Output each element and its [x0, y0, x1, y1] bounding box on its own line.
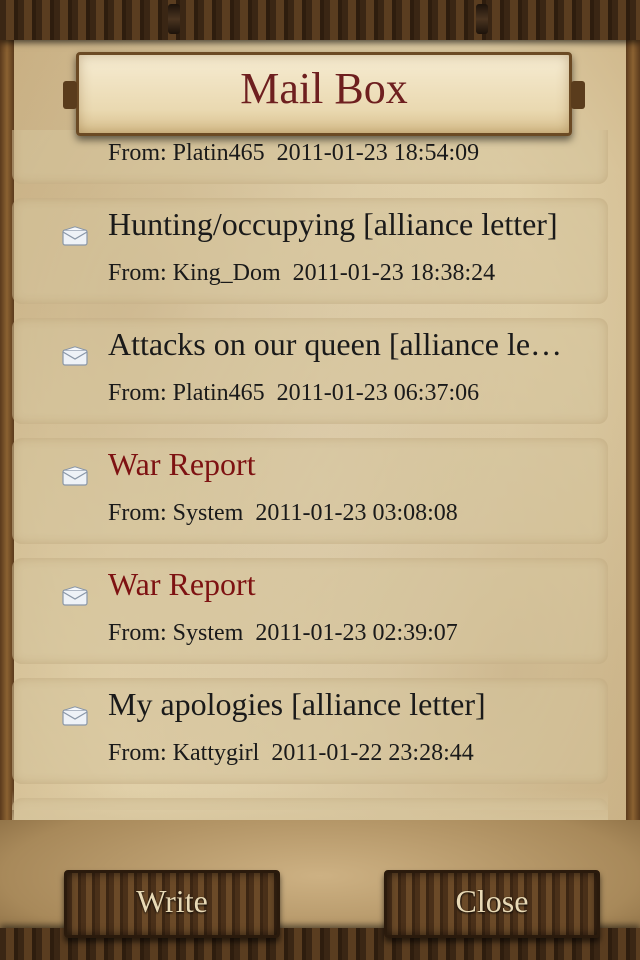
banner-bracket — [571, 81, 585, 109]
mail-item[interactable]: My apologies [alliance letter] From: Kat… — [12, 678, 608, 784]
top-wood-beam — [0, 0, 640, 40]
mail-item[interactable]: From: Platin465 2011-01-23 18:54:09 — [12, 130, 608, 184]
mail-item[interactable]: Hunting/occupying [alliance letter] From… — [12, 198, 608, 304]
beam-bracket — [168, 4, 180, 34]
mail-subject: Attacks on our queen [alliance le… — [108, 326, 563, 362]
mail-sender-line: From: Platin465 2011-01-23 06:37:06 — [108, 380, 480, 406]
envelope-icon — [62, 346, 88, 366]
mail-list[interactable]: From: Platin465 2011-01-23 18:54:09 Hunt… — [12, 130, 608, 810]
title-banner: Mail Box — [63, 52, 585, 136]
beam-bracket — [476, 4, 488, 34]
mail-sender-line: From: Kattygirl 2011-01-22 23:28:44 — [108, 740, 474, 766]
mail-item[interactable]: War Report From: System 2011-01-23 03:08… — [12, 438, 608, 544]
mail-sender-line: From: King_Dom 2011-01-23 18:38:24 — [108, 260, 496, 286]
mail-subject: My apologies [alliance letter] — [108, 686, 486, 722]
write-button[interactable]: Write — [64, 870, 280, 938]
envelope-icon — [62, 586, 88, 606]
page-title: Mail Box — [240, 64, 408, 113]
mail-subject: War Report — [108, 566, 256, 602]
banner-bracket — [63, 81, 77, 109]
envelope-icon — [62, 466, 88, 486]
mail-item[interactable]: War Report From: System 2011-01-23 02:39… — [12, 558, 608, 664]
mail-sender-line: From: Platin465 2011-01-23 18:54:09 — [108, 140, 480, 166]
mail-subject: War Report — [108, 446, 256, 482]
envelope-icon — [62, 226, 88, 246]
close-button-label: Close — [455, 883, 529, 919]
mail-subject: Hunting/occupying [alliance letter] — [108, 206, 558, 242]
frame-right — [626, 30, 640, 860]
mail-item[interactable]: Attacks on our queen [alliance le… From:… — [12, 318, 608, 424]
close-button[interactable]: Close — [384, 870, 600, 938]
envelope-icon — [62, 706, 88, 726]
mail-sender-line: From: System 2011-01-23 03:08:08 — [108, 500, 458, 526]
write-button-label: Write — [136, 883, 208, 919]
mail-sender-line: From: System 2011-01-23 02:39:07 — [108, 620, 458, 646]
